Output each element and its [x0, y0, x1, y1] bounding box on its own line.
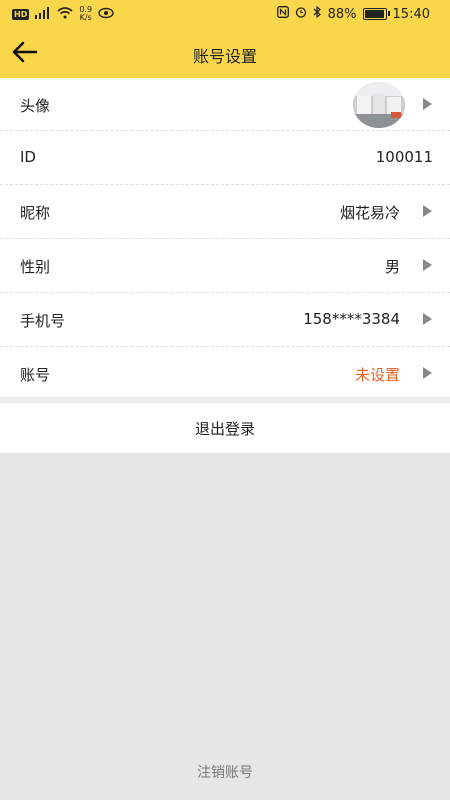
logout-section: 退出登录 — [0, 403, 450, 453]
phone-row[interactable]: 手机号 158****3384 — [0, 293, 450, 347]
bluetooth-icon — [313, 5, 322, 22]
chevron-right-icon — [423, 98, 432, 110]
chevron-right-icon — [423, 367, 432, 379]
phone-label: 手机号 — [20, 312, 66, 330]
settings-list: 头像 ID 100011 昵称 烟花易冷 性别 男 手机号 158****338… — [0, 78, 450, 400]
id-value: 100011 — [375, 148, 433, 166]
nickname-label: 昵称 — [20, 204, 51, 222]
id-row: ID 100011 — [0, 131, 450, 185]
nfc-icon — [276, 6, 289, 22]
app-header: 账号设置 — [0, 28, 450, 78]
account-value: 未设置 — [354, 366, 400, 384]
chevron-right-icon — [423, 205, 432, 217]
page-title: 账号设置 — [192, 47, 257, 66]
phone-value: 158****3384 — [303, 310, 400, 328]
gender-label: 性别 — [20, 258, 51, 276]
cancel-account-link[interactable]: 注销账号 — [0, 762, 450, 782]
clock: 15:40 — [392, 6, 430, 22]
battery-icon — [362, 8, 390, 20]
battery-percent: 88% — [327, 6, 357, 22]
status-bar: HD 0.9 K/s 88% 15:40 — [0, 0, 450, 28]
nickname-row[interactable]: 昵称 烟花易冷 — [0, 185, 450, 239]
speed-unit: K/s — [79, 13, 92, 22]
nickname-value: 烟花易冷 — [339, 204, 400, 222]
status-left: HD 0.9 K/s — [12, 6, 114, 22]
network-speed: 0.9 K/s — [79, 6, 92, 22]
signal-icon — [35, 6, 51, 22]
account-label: 账号 — [20, 366, 51, 384]
chevron-right-icon — [423, 259, 432, 271]
chevron-right-icon — [423, 313, 432, 325]
alarm-icon — [295, 6, 307, 22]
account-row[interactable]: 账号 未设置 — [0, 347, 450, 400]
id-label: ID — [20, 148, 36, 166]
avatar — [353, 82, 405, 128]
hd-badge: HD — [12, 8, 30, 20]
eye-icon — [98, 7, 114, 22]
wifi-icon — [57, 6, 73, 22]
avatar-row[interactable]: 头像 — [0, 78, 450, 131]
gender-row[interactable]: 性别 男 — [0, 239, 450, 293]
battery-fill — [364, 10, 384, 18]
gender-value: 男 — [384, 258, 400, 276]
logout-button[interactable]: 退出登录 — [0, 403, 450, 453]
avatar-label: 头像 — [20, 97, 51, 115]
status-right: 88% 15:40 — [276, 5, 430, 22]
